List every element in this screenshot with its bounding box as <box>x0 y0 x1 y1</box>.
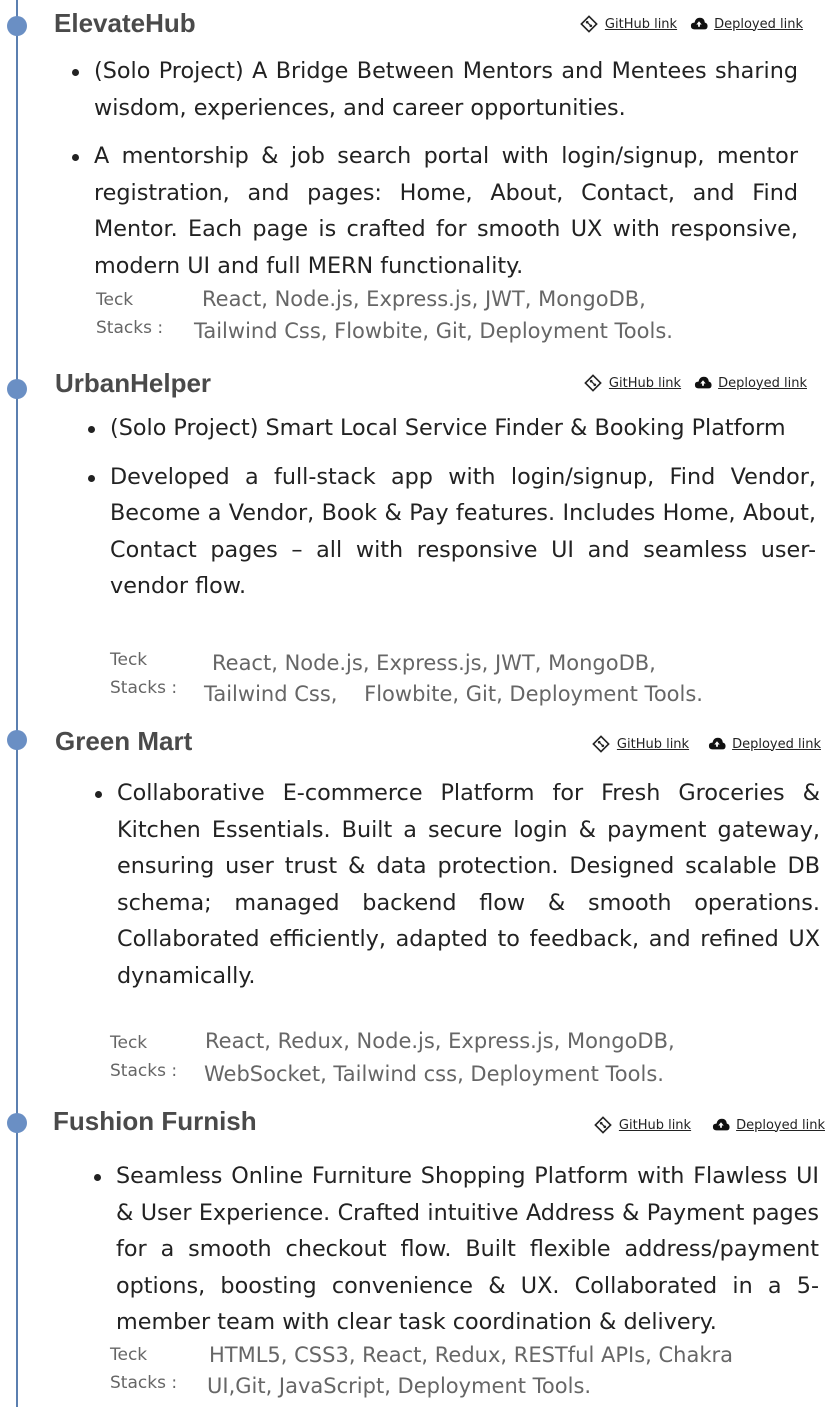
project-bullets: Seamless Online Furniture Shopping Platf… <box>94 1158 819 1353</box>
git-icon <box>584 374 602 392</box>
tech-stack-label: Teck Stacks : <box>110 1033 178 1081</box>
git-icon <box>594 1116 612 1134</box>
list-item: A mentorship & job search portal with lo… <box>72 138 798 284</box>
timeline-dot <box>7 16 27 36</box>
tech-stack-line: Tailwind Css, Flowbite, Git, Deployment … <box>204 682 703 706</box>
cloud-upload-icon <box>689 15 708 33</box>
github-link[interactable]: GitHub link <box>605 17 677 32</box>
tech-stack-label: Teck Stacks : <box>110 1345 178 1393</box>
list-item: Collaborative E-commerce Platform for Fr… <box>95 775 820 994</box>
deployed-link[interactable]: Deployed link <box>714 17 803 32</box>
timeline-dot <box>7 730 27 750</box>
list-item: (Solo Project) Smart Local Service Finde… <box>88 410 816 447</box>
tech-stack-line: Tailwind Css, Flowbite, Git, Deployment … <box>194 319 673 343</box>
timeline-line <box>16 0 18 1407</box>
cloud-upload-icon <box>707 735 726 753</box>
timeline-dot <box>7 1113 27 1133</box>
tech-stack-label: Teck Stacks : <box>110 650 178 698</box>
deployed-link[interactable]: Deployed link <box>736 1118 825 1133</box>
project-title: Fushion Furnish <box>53 1106 257 1136</box>
github-link[interactable]: GitHub link <box>619 1118 691 1133</box>
tech-stack-line: React, Redux, Node.js, Express.js, Mongo… <box>205 1029 675 1053</box>
project-title: Green Mart <box>55 726 193 756</box>
tech-stack-line: React, Node.js, Express.js, JWT, MongoDB… <box>212 651 656 675</box>
tech-stack-line: HTML5, CSS3, React, Redux, RESTful APIs,… <box>209 1343 733 1367</box>
project-links: GitHub link Deployed link <box>592 735 821 753</box>
project-bullets: Collaborative E-commerce Platform for Fr… <box>95 775 820 1006</box>
list-item: Developed a full-stack app with login/si… <box>88 459 816 605</box>
git-icon <box>580 15 598 33</box>
tech-stack-line: React, Node.js, Express.js, JWT, MongoDB… <box>202 287 646 311</box>
git-icon <box>592 735 610 753</box>
cloud-upload-icon <box>693 374 712 392</box>
tech-stack-label: Teck Stacks : <box>96 290 164 338</box>
project-bullets: (Solo Project) Smart Local Service Finde… <box>88 410 816 617</box>
timeline-dot <box>7 379 27 399</box>
tech-stack-line: UI,Git, JavaScript, Deployment Tools. <box>207 1374 592 1398</box>
project-links: GitHub link Deployed link <box>584 374 807 392</box>
deployed-link[interactable]: Deployed link <box>718 376 807 391</box>
cloud-upload-icon <box>711 1116 730 1134</box>
project-title: UrbanHelper <box>55 368 212 398</box>
tech-stack-line: WebSocket, Tailwind css, Deployment Tool… <box>204 1062 664 1086</box>
github-link[interactable]: GitHub link <box>609 376 681 391</box>
deployed-link[interactable]: Deployed link <box>732 737 821 752</box>
github-link[interactable]: GitHub link <box>617 737 689 752</box>
project-bullets: (Solo Project) A Bridge Between Mentors … <box>72 53 798 296</box>
list-item: Seamless Online Furniture Shopping Platf… <box>94 1158 819 1341</box>
list-item: (Solo Project) A Bridge Between Mentors … <box>72 53 798 126</box>
project-links: GitHub link Deployed link <box>594 1116 825 1134</box>
project-title: ElevateHub <box>54 8 196 38</box>
project-links: GitHub link Deployed link <box>580 15 803 33</box>
